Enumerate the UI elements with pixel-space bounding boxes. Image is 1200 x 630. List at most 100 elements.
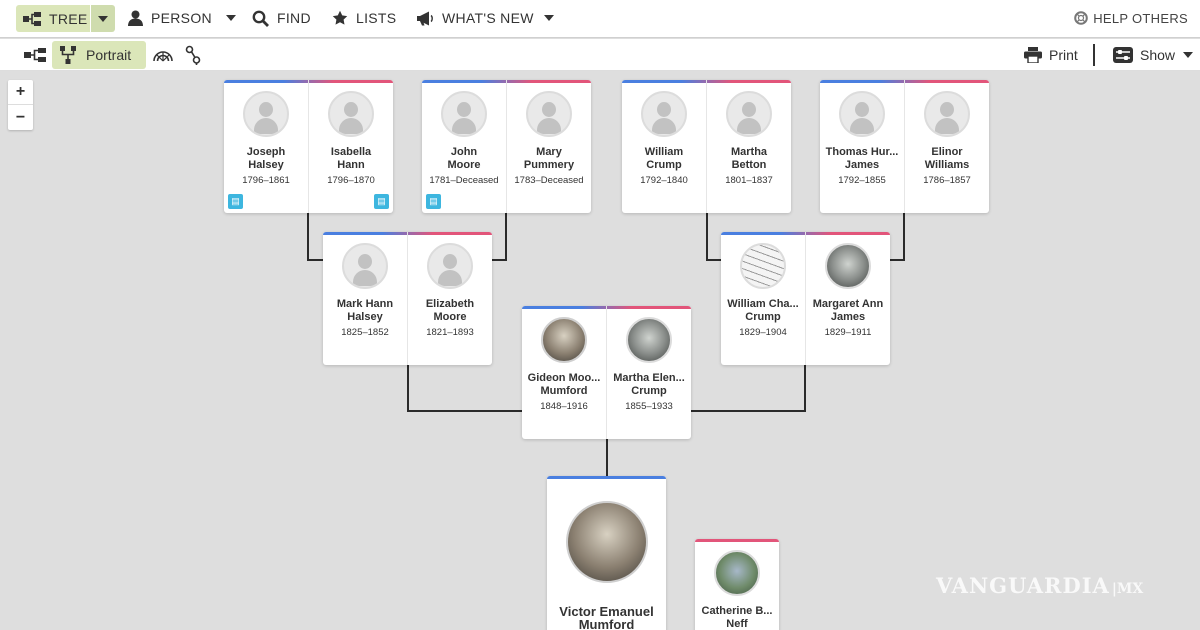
person-name: Martha <box>730 146 768 158</box>
person-tile[interactable]: Elizabeth Moore 1821–1893 <box>407 232 492 365</box>
person-dates: 1825–1852 <box>341 327 389 338</box>
connector <box>804 365 806 412</box>
portrait-view-button[interactable]: Portrait <box>52 41 146 69</box>
tree-dropdown-button[interactable] <box>91 5 115 32</box>
whats-new-menu[interactable]: WHAT'S NEW <box>416 0 554 36</box>
couple-card[interactable]: Thomas Hur... James 1792–1855 Elinor Wil… <box>820 80 989 213</box>
couple-card[interactable]: William Cha... Crump 1829–1904 Margaret … <box>721 232 890 365</box>
person-surname: Crump <box>745 311 781 323</box>
person-silhouette-icon <box>427 243 473 289</box>
person-surname: Betton <box>731 159 767 171</box>
person-dates: 1855–1933 <box>625 401 673 412</box>
couple-card[interactable]: John Moore 1781–Deceased ▤ Mary Pummery … <box>422 80 591 213</box>
relationship-icon <box>185 45 201 65</box>
person-surname: James <box>830 311 866 323</box>
zoom-control: + − <box>8 80 33 130</box>
person-name: Mark Hann <box>336 298 394 310</box>
watermark-logo: VANGUARDIA |MX <box>936 573 1143 598</box>
fan-view-button[interactable] <box>153 41 173 69</box>
person-dates: 1796–1870 <box>327 175 375 186</box>
person-tile[interactable]: Catherine B... Neff <box>695 539 779 630</box>
help-others-link[interactable]: HELP OTHERS <box>1074 0 1188 36</box>
print-button[interactable]: Print <box>1024 41 1078 69</box>
person-silhouette-icon <box>441 91 487 137</box>
connector <box>706 259 721 261</box>
person-tile[interactable]: Mary Pummery 1783–Deceased <box>506 80 591 213</box>
handwritten-document-photo <box>740 243 786 289</box>
zoom-out-button[interactable]: − <box>8 105 33 130</box>
lists-menu[interactable]: LISTS <box>332 0 396 36</box>
landscape-view-button[interactable] <box>24 41 46 69</box>
portrait-photo <box>714 550 760 596</box>
person-name: William Cha... <box>727 298 799 310</box>
tree-icon <box>23 11 41 26</box>
person-tile[interactable]: Mark Hann Halsey 1825–1852 <box>323 232 407 365</box>
person-tile[interactable]: Margaret Ann James 1829–1911 <box>805 232 890 365</box>
person-surname: Mumford <box>540 385 588 397</box>
search-icon <box>252 10 269 27</box>
person-tile[interactable]: Martha Elen... Crump 1855–1933 <box>606 306 691 439</box>
person-name: Victor Emanuel <box>559 605 654 618</box>
record-hint-icon[interactable]: ▤ <box>374 194 389 209</box>
person-silhouette-icon <box>726 91 772 137</box>
portrait-tree-icon <box>60 46 76 64</box>
person-surname: Halsey <box>347 311 383 323</box>
fan-chart-icon <box>153 51 173 62</box>
person-tile[interactable]: William Crump 1792–1840 <box>622 80 706 213</box>
show-menu-button[interactable]: Show <box>1113 41 1194 69</box>
person-tile[interactable]: John Moore 1781–Deceased ▤ <box>422 80 506 213</box>
lifebuoy-icon <box>1074 11 1088 25</box>
tree-view-toolbar: Portrait Print Show <box>0 39 1200 71</box>
find-menu[interactable]: FIND <box>252 0 311 36</box>
connector <box>691 410 806 412</box>
couple-card[interactable]: Gideon Moo... Mumford 1848–1916 Martha E… <box>522 306 691 439</box>
person-tile[interactable]: Victor Emanuel Mumford <box>547 476 666 630</box>
portrait-label: Portrait <box>86 47 132 63</box>
person-tile[interactable]: Gideon Moo... Mumford 1848–1916 <box>522 306 606 439</box>
person-icon <box>128 10 143 26</box>
person-menu[interactable]: PERSON <box>128 0 236 36</box>
person-tile[interactable]: Isabella Hann 1796–1870 ▤ <box>308 80 393 213</box>
zoom-in-button[interactable]: + <box>8 80 33 105</box>
person-tile[interactable]: Thomas Hur... James 1792–1855 <box>820 80 904 213</box>
chevron-down-icon <box>98 15 108 22</box>
record-hint-icon[interactable]: ▤ <box>426 194 441 209</box>
person-tile[interactable]: Martha Betton 1801–1837 <box>706 80 791 213</box>
portrait-photo <box>541 317 587 363</box>
person-dates: 1821–1893 <box>426 327 474 338</box>
couple-card[interactable]: Joseph Halsey 1796–1861 ▤ Isabella Hann … <box>224 80 393 213</box>
couple-card[interactable]: William Crump 1792–1840 Martha Betton 18… <box>622 80 791 213</box>
person-surname: Hann <box>337 159 365 171</box>
couple-card[interactable]: Mark Hann Halsey 1825–1852 Elizabeth Moo… <box>323 232 492 365</box>
connector <box>606 439 608 476</box>
whats-new-label: WHAT'S NEW <box>442 10 534 26</box>
lists-label: LISTS <box>356 10 397 26</box>
person-name: Margaret Ann <box>812 298 884 310</box>
connector <box>492 259 507 261</box>
spouse-card[interactable]: Catherine B... Neff <box>695 539 779 630</box>
tree-label: TREE <box>49 10 88 27</box>
person-name: Elizabeth <box>425 298 475 310</box>
person-silhouette-icon <box>839 91 885 137</box>
person-surname: Crump <box>631 385 667 397</box>
tree-menu-button[interactable]: TREE <box>16 5 90 32</box>
person-dates: 1792–1855 <box>838 175 886 186</box>
person-surname: James <box>844 159 880 171</box>
person-silhouette-icon <box>526 91 572 137</box>
focus-person-card[interactable]: Victor Emanuel Mumford <box>547 476 666 630</box>
descendants-view-button[interactable] <box>185 41 201 69</box>
person-dates: 1829–1911 <box>824 327 872 338</box>
person-name: Thomas Hur... <box>825 146 899 158</box>
chevron-down-icon <box>1183 52 1194 58</box>
person-dates: 1792–1840 <box>640 175 688 186</box>
person-name: Elinor <box>931 146 963 158</box>
person-tile[interactable]: Elinor Williams 1786–1857 <box>904 80 989 213</box>
person-tile[interactable]: Joseph Halsey 1796–1861 ▤ <box>224 80 308 213</box>
show-label: Show <box>1140 47 1176 63</box>
person-silhouette-icon <box>328 91 374 137</box>
watermark-text: VANGUARDIA <box>936 573 1110 598</box>
record-hint-icon[interactable]: ▤ <box>228 194 243 209</box>
person-tile[interactable]: William Cha... Crump 1829–1904 <box>721 232 805 365</box>
person-surname: Crump <box>646 159 682 171</box>
help-label: HELP OTHERS <box>1093 10 1188 26</box>
